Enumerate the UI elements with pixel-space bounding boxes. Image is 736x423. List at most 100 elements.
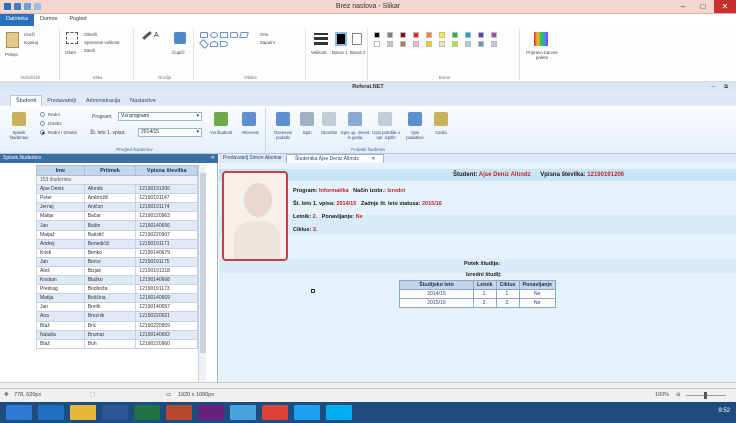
shape-oval-icon[interactable]	[210, 32, 218, 38]
skype-icon[interactable]	[326, 405, 352, 420]
tab-domov[interactable]: Domov	[34, 14, 63, 26]
table-row[interactable]: Blaž Buh 12190220960	[36, 338, 198, 349]
shape-arrow-icon[interactable]	[210, 41, 218, 47]
tab-datoteka[interactable]: Datoteka	[0, 14, 35, 26]
start-icon[interactable]	[6, 405, 32, 420]
chrome-icon[interactable]	[262, 405, 288, 420]
brushes-button[interactable]: Čopiči	[172, 50, 185, 55]
zoom-out-icon[interactable]: ⊖	[676, 392, 681, 398]
powerpoint-icon[interactable]	[166, 405, 192, 420]
table-row[interactable]: Jernej Aničon 12190191174	[36, 202, 198, 213]
table-row[interactable]: Predrag Bodiroža 12190191173	[36, 284, 198, 295]
shape-poly-icon[interactable]	[239, 32, 249, 38]
radio-redni[interactable]	[40, 112, 45, 117]
year-select[interactable]: 2014/15 ▾	[138, 128, 202, 137]
cut-button[interactable]: Izreži	[24, 32, 35, 37]
student-list-icon[interactable]	[12, 112, 26, 126]
exams-button[interactable]: Izpiti	[296, 130, 318, 135]
activity-icon[interactable]	[242, 112, 256, 126]
color-swatch[interactable]	[465, 41, 471, 47]
table-row[interactable]: Aleš Bizjak 12190191218	[36, 265, 198, 277]
activity-button[interactable]: Aktivnost	[236, 130, 264, 135]
notes-icon[interactable]	[322, 112, 336, 126]
text-icon[interactable]: A	[154, 32, 159, 39]
all-students-button[interactable]: Vsi študenti	[208, 130, 234, 135]
edit-colors-icon[interactable]	[534, 32, 548, 46]
color-swatch[interactable]	[478, 32, 484, 38]
tab-studentka[interactable]: Študentka Ajse Deniz Altındz ✕	[285, 154, 385, 163]
certificate-button[interactable]: Izpis potrdila o opr. izpitih	[370, 130, 402, 140]
color-swatch[interactable]	[491, 32, 497, 38]
enroll-icon[interactable]	[408, 112, 422, 126]
table-row[interactable]: Andrej Benedičič 12190191171	[36, 238, 198, 249]
radio-izredni[interactable]	[40, 121, 45, 126]
shape-line-icon[interactable]	[200, 32, 208, 38]
color2-button[interactable]: Barva 2	[350, 50, 366, 55]
ie-icon[interactable]	[294, 405, 320, 420]
program-select[interactable]: Vsi programi ▾	[118, 112, 202, 121]
notes-button[interactable]: Opombe	[316, 130, 342, 135]
shape-rect-icon[interactable]	[220, 32, 228, 38]
table-row[interactable]: Matija Boščina 12190140669	[36, 293, 198, 304]
tab-studenti[interactable]: Študenti	[10, 95, 43, 106]
color1-button[interactable]: Barva 1	[332, 50, 350, 55]
minimize-button[interactable]: –	[674, 0, 692, 13]
credentials-icon[interactable]	[348, 112, 362, 126]
column-priimek[interactable]: Priimek	[83, 165, 137, 176]
color-swatch[interactable]	[413, 32, 419, 38]
tab-predavatelji[interactable]: Predavatelji	[42, 96, 81, 106]
table-row[interactable]: Kristian Blaško 12190140668	[36, 275, 198, 286]
folder-icon[interactable]	[70, 405, 96, 420]
password-button[interactable]: Gesla	[428, 130, 454, 135]
edit-colors-button[interactable]: Pripravo barvne palete	[522, 50, 562, 60]
table-row[interactable]: Jan Bašin 12190140656	[36, 220, 198, 231]
shape-roundrect-icon[interactable]	[230, 32, 238, 38]
scrollbar-thumb[interactable]	[200, 173, 206, 353]
color-swatch[interactable]	[400, 32, 406, 38]
radio-redni-izredni[interactable]	[40, 130, 45, 135]
copy-button[interactable]: Kopiraj	[24, 40, 38, 45]
password-icon[interactable]	[434, 112, 448, 126]
paste-button[interactable]: Prilepi	[5, 52, 18, 57]
table-row[interactable]: Blaž Bric 12190220959	[36, 320, 198, 331]
close-icon[interactable]: ✕	[367, 156, 379, 162]
tab-administracija[interactable]: Administracija	[81, 96, 125, 106]
exams-icon[interactable]	[300, 112, 314, 126]
shape-diamond-icon[interactable]	[199, 39, 209, 49]
color2-icon[interactable]	[352, 33, 362, 45]
maximize-button[interactable]: □	[694, 0, 712, 13]
grades-button[interactable]: Ocenevni podatki	[270, 130, 296, 140]
color-swatch[interactable]	[452, 32, 458, 38]
table-row[interactable]: Kristi Benko 12190140679	[36, 247, 198, 258]
color1-icon[interactable]	[335, 32, 347, 46]
select-icon[interactable]	[66, 32, 78, 44]
zoom-slider[interactable]	[686, 392, 726, 399]
tab-predavatelj[interactable]: Predavatelj Simon Abolnar	[219, 154, 286, 163]
outlook-icon[interactable]	[38, 405, 64, 420]
vertical-scrollbar[interactable]	[198, 165, 206, 386]
table-row[interactable]: Jan Berce 12190191175	[36, 256, 198, 267]
size-icon[interactable]	[314, 33, 328, 45]
zoom-slider-thumb[interactable]	[704, 392, 707, 399]
color-swatch[interactable]	[426, 32, 432, 38]
color-swatch[interactable]	[374, 41, 380, 47]
table-row[interactable]: Ana Breznik 12190220921	[36, 311, 198, 322]
resize-button[interactable]: Spremeni velikost	[84, 40, 120, 45]
table-row[interactable]: Matija Bačar 12190220963	[36, 211, 198, 222]
table-row[interactable]: Peter Ambrožič 12190191147	[36, 193, 198, 204]
app-window-controls[interactable]: – ⧉	[711, 82, 732, 92]
excel-icon[interactable]	[134, 405, 160, 420]
color-swatch[interactable]	[387, 41, 393, 47]
tab-pogled[interactable]: Pogled	[63, 14, 92, 26]
enroll-button[interactable]: Vpis podatkov	[402, 130, 428, 140]
color-swatch[interactable]	[478, 41, 484, 47]
size-button[interactable]: Velikost	[311, 50, 327, 55]
paint-icon[interactable]	[230, 405, 256, 420]
grades-icon[interactable]	[276, 112, 290, 126]
column-ime[interactable]: Ime	[36, 165, 85, 176]
certificate-icon[interactable]	[378, 112, 392, 126]
visualstudio-icon[interactable]	[198, 405, 224, 420]
color-swatch[interactable]	[439, 41, 445, 47]
color-swatch[interactable]	[426, 41, 432, 47]
paste-icon[interactable]	[6, 32, 19, 48]
